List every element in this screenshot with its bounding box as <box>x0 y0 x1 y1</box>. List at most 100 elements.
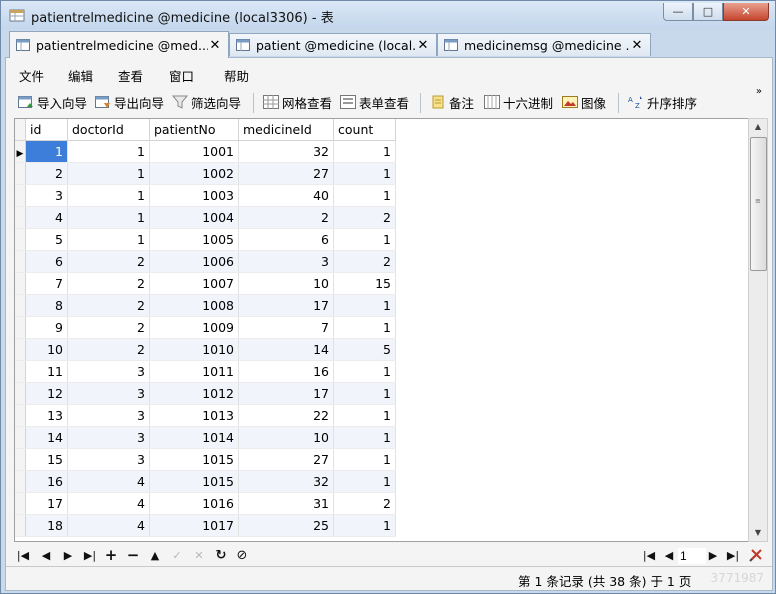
hex-button[interactable]: 十六进制 <box>484 93 553 111</box>
cell-count[interactable]: 1 <box>333 316 396 339</box>
cell-medicineid[interactable]: 32 <box>238 140 334 163</box>
cell-id[interactable]: 3 <box>25 184 68 207</box>
last-page-icon[interactable]: ▶| <box>726 548 740 562</box>
scroll-down-icon[interactable]: ▼ <box>749 525 767 541</box>
delete-record-icon[interactable]: − <box>126 546 140 564</box>
cell-count[interactable]: 1 <box>333 294 396 317</box>
cell-doctorid[interactable]: 4 <box>67 492 150 515</box>
row-indicator[interactable] <box>15 404 26 427</box>
cell-doctorid[interactable]: 2 <box>67 316 150 339</box>
cell-id[interactable]: 14 <box>25 426 68 449</box>
cell-doctorid[interactable]: 4 <box>67 514 150 537</box>
table-row[interactable]: 10 2 1010 14 5 <box>15 338 396 361</box>
column-header-medicineid[interactable]: medicineId <box>238 119 334 141</box>
table-row[interactable]: 7 2 1007 10 15 <box>15 272 396 295</box>
page-number-field[interactable] <box>678 548 706 564</box>
row-indicator[interactable] <box>15 162 26 185</box>
cell-medicineid[interactable]: 25 <box>238 514 334 537</box>
tab-medicinemsg[interactable]: medicinemsg @medicine ... ✕ <box>437 33 651 56</box>
cell-count[interactable]: 1 <box>333 426 396 449</box>
cell-patientno[interactable]: 1001 <box>149 140 239 163</box>
menu-view[interactable]: 查看 <box>118 66 143 85</box>
previous-page-icon[interactable]: ◀ <box>662 548 676 562</box>
cell-count[interactable]: 2 <box>333 492 396 515</box>
cell-patientno[interactable]: 1002 <box>149 162 239 185</box>
apply-changes-icon[interactable]: ✓ <box>170 548 184 562</box>
menu-help[interactable]: 帮助 <box>224 66 249 85</box>
cell-medicineid[interactable]: 40 <box>238 184 334 207</box>
close-tab-icon[interactable]: ✕ <box>416 38 430 53</box>
cell-patientno[interactable]: 1011 <box>149 360 239 383</box>
cell-count[interactable]: 1 <box>333 382 396 405</box>
row-indicator[interactable] <box>15 294 26 317</box>
cell-medicineid[interactable]: 17 <box>238 294 334 317</box>
cell-id[interactable]: 12 <box>25 382 68 405</box>
settings-icon[interactable] <box>748 547 764 563</box>
cell-doctorid[interactable]: 3 <box>67 404 150 427</box>
vertical-scrollbar[interactable]: ▲ ≡ ▼ <box>748 118 768 542</box>
table-row[interactable]: 14 3 1014 10 1 <box>15 426 396 449</box>
cell-patientno[interactable]: 1014 <box>149 426 239 449</box>
cell-patientno[interactable]: 1008 <box>149 294 239 317</box>
row-indicator[interactable]: ▶ <box>15 140 26 163</box>
cell-medicineid[interactable]: 27 <box>238 162 334 185</box>
scroll-up-icon[interactable]: ▲ <box>749 119 767 135</box>
cell-patientno[interactable]: 1010 <box>149 338 239 361</box>
row-indicator[interactable] <box>15 206 26 229</box>
table-row[interactable]: 4 1 1004 2 2 <box>15 206 396 229</box>
cell-id[interactable]: 13 <box>25 404 68 427</box>
cell-patientno[interactable]: 1017 <box>149 514 239 537</box>
minimize-button[interactable]: — <box>663 3 693 21</box>
cell-doctorid[interactable]: 1 <box>67 228 150 251</box>
cell-count[interactable]: 5 <box>333 338 396 361</box>
cell-id[interactable]: 2 <box>25 162 68 185</box>
maximize-button[interactable]: □ <box>693 3 723 21</box>
cell-id[interactable]: 5 <box>25 228 68 251</box>
row-indicator[interactable] <box>15 470 26 493</box>
row-indicator[interactable] <box>15 184 26 207</box>
cell-patientno[interactable]: 1012 <box>149 382 239 405</box>
cell-doctorid[interactable]: 2 <box>67 294 150 317</box>
cell-doctorid[interactable]: 2 <box>67 338 150 361</box>
close-tab-icon[interactable]: ✕ <box>208 38 222 53</box>
cell-patientno[interactable]: 1005 <box>149 228 239 251</box>
cell-doctorid[interactable]: 1 <box>67 184 150 207</box>
cell-patientno[interactable]: 1004 <box>149 206 239 229</box>
cell-medicineid[interactable]: 10 <box>238 272 334 295</box>
cell-count[interactable]: 15 <box>333 272 396 295</box>
cell-id[interactable]: 16 <box>25 470 68 493</box>
table-row[interactable]: 18 4 1017 25 1 <box>15 514 396 537</box>
row-indicator[interactable] <box>15 316 26 339</box>
cell-count[interactable]: 1 <box>333 404 396 427</box>
cell-id[interactable]: 17 <box>25 492 68 515</box>
cell-medicineid[interactable]: 17 <box>238 382 334 405</box>
table-row[interactable]: 15 3 1015 27 1 <box>15 448 396 471</box>
move-up-icon[interactable]: ▲ <box>148 548 162 562</box>
cell-patientno[interactable]: 1009 <box>149 316 239 339</box>
cell-count[interactable]: 1 <box>333 470 396 493</box>
cell-doctorid[interactable]: 3 <box>67 360 150 383</box>
last-record-icon[interactable]: ▶| <box>83 548 97 562</box>
stop-icon[interactable]: ⊘ <box>235 548 249 563</box>
next-record-icon[interactable]: ▶ <box>61 548 75 562</box>
table-row[interactable]: 8 2 1008 17 1 <box>15 294 396 317</box>
first-record-icon[interactable]: |◀ <box>16 548 30 562</box>
import-wizard-button[interactable]: 导入向导 <box>18 93 87 111</box>
cell-count[interactable]: 1 <box>333 360 396 383</box>
close-tab-icon[interactable]: ✕ <box>630 38 644 53</box>
cell-id[interactable]: 18 <box>25 514 68 537</box>
cell-id[interactable]: 6 <box>25 250 68 273</box>
memo-button[interactable]: 备注 <box>430 93 474 111</box>
cell-medicineid[interactable]: 7 <box>238 316 334 339</box>
cell-patientno[interactable]: 1006 <box>149 250 239 273</box>
row-indicator[interactable] <box>15 338 26 361</box>
cell-doctorid[interactable]: 2 <box>67 272 150 295</box>
cell-doctorid[interactable]: 4 <box>67 470 150 493</box>
row-indicator[interactable] <box>15 426 26 449</box>
add-record-icon[interactable]: + <box>104 546 118 564</box>
tab-patientrelmedicine[interactable]: patientrelmedicine @med... ✕ <box>9 31 229 58</box>
tab-patient[interactable]: patient @medicine (local... ✕ <box>229 33 437 56</box>
cell-medicineid[interactable]: 3 <box>238 250 334 273</box>
column-header-count[interactable]: count <box>333 119 396 141</box>
column-header-id[interactable]: id <box>25 119 68 141</box>
